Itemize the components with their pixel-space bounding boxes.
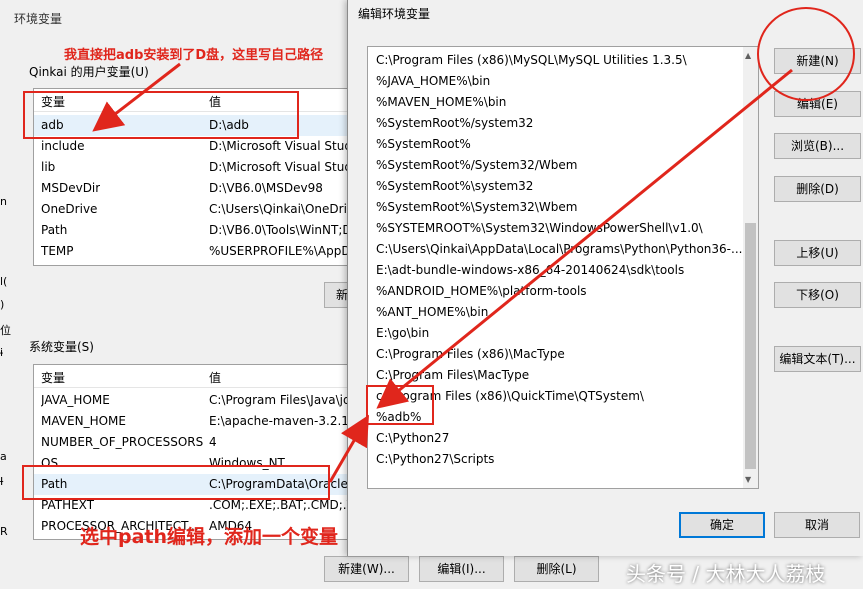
adb-highlight-box bbox=[23, 91, 299, 139]
annotation-arrows bbox=[92, 7, 855, 483]
arrow-new-to-entry bbox=[376, 68, 793, 409]
annotation-top: 我直接把adb安装到了D盘，这里写自己路径 bbox=[64, 48, 324, 63]
adb-entry-highlight-box bbox=[366, 385, 434, 425]
new-button-circle bbox=[757, 7, 855, 101]
arrow-path-to-adb-entry bbox=[328, 414, 370, 483]
path-highlight-box bbox=[22, 465, 330, 500]
watermark: 头条号 / 大林大人荔枝 bbox=[626, 562, 826, 586]
annotation-bottom: 选中path编辑，添加一个变量 bbox=[80, 526, 339, 548]
